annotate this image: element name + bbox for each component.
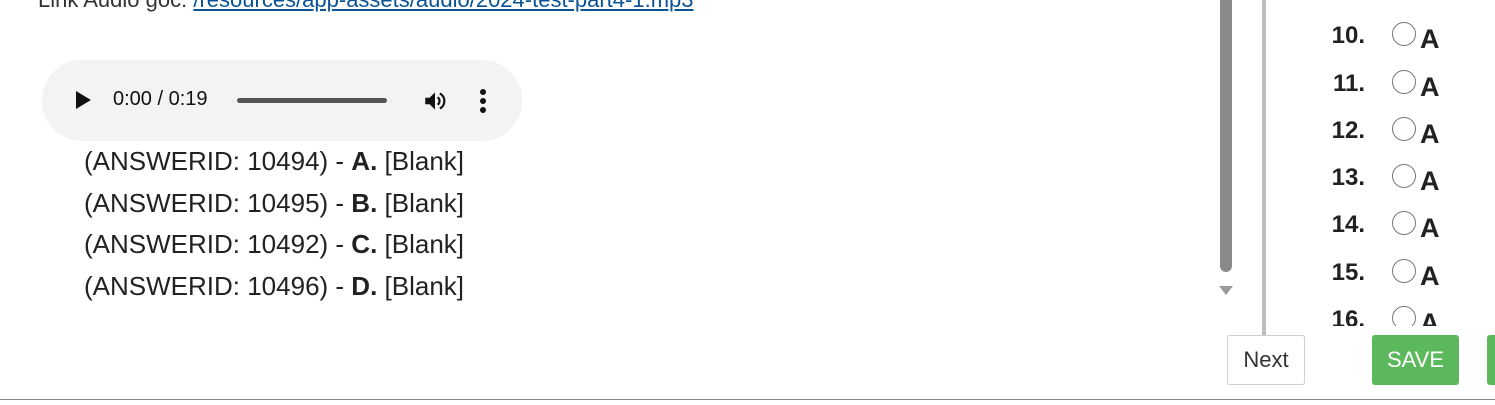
more-options-icon[interactable] [479,88,487,114]
panel-divider [1262,0,1266,335]
answer-letter: C. [351,229,378,259]
option-label[interactable]: A [1420,166,1440,197]
option-radio[interactable] [1392,259,1416,283]
answer-id: (ANSWERID: 10492) - [84,229,352,259]
question-item: 15. A [1300,259,1480,299]
question-item: 10. A [1300,22,1480,62]
question-number[interactable]: 10. [1332,22,1365,50]
option-label[interactable]: A [1420,72,1440,103]
scroll-thumb[interactable] [1220,0,1232,272]
answer-text: [Blank] [377,146,465,176]
question-number[interactable]: 15. [1332,259,1365,287]
question-number[interactable]: 13. [1332,164,1365,192]
option-radio[interactable] [1392,70,1416,94]
question-item: 14. A [1300,211,1480,251]
play-icon[interactable] [76,91,91,109]
answer-letter: D. [351,270,378,301]
volume-icon[interactable] [422,88,448,114]
answer-text: [Blank] [377,229,465,259]
question-number[interactable]: 12. [1332,117,1365,145]
answer-letter: B. [351,187,378,218]
answer-row: (ANSWERID: 10496) - D. [Blank] [84,266,464,308]
audio-link-prefix: Link Audio gốc: [38,0,193,12]
page: Link Audio gốc: /resources/app-assets/au… [0,0,1495,405]
option-radio[interactable] [1392,211,1416,235]
audio-link[interactable]: /resources/app-assets/audio/2024-test-pa… [193,0,693,12]
option-label[interactable]: A [1420,261,1440,292]
option-label[interactable]: A [1420,308,1440,326]
answer-text: [Blank] [377,187,465,218]
question-item: 16. A [1300,306,1480,326]
answer-id: (ANSWERID: 10496) - [84,270,352,301]
answer-row: (ANSWERID: 10494) - A. [Blank] [84,141,464,183]
question-item: 11. A [1300,70,1480,110]
option-label[interactable]: A [1420,24,1440,55]
question-number[interactable]: 16. [1332,306,1365,326]
bottom-divider [0,399,1495,400]
option-radio[interactable] [1392,117,1416,141]
option-label[interactable]: A [1420,119,1440,150]
next-button[interactable]: Next [1227,335,1305,385]
audio-time: 0:00 / 0:19 [113,88,208,110]
submit-button-partial[interactable] [1487,335,1495,385]
option-radio[interactable] [1392,22,1416,46]
save-button[interactable]: SAVE [1372,335,1459,385]
question-item: 12. A [1300,117,1480,157]
question-item: 13. A [1300,164,1480,204]
answer-row: (ANSWERID: 10492) - C. [Blank] [84,224,464,266]
scrollbar[interactable] [1216,0,1236,300]
scroll-down-arrow-icon[interactable] [1219,286,1233,295]
question-number[interactable]: 14. [1332,211,1365,239]
question-list: 10. A 11. A 12. A 13. A 14. A 15. A 16. A [1300,0,1480,326]
audio-progress-bar[interactable] [237,98,387,103]
answer-letter: A. [351,146,378,176]
option-radio[interactable] [1392,306,1416,326]
answer-row: (ANSWERID: 10495) - B. [Blank] [84,183,464,225]
answer-list: (ANSWERID: 10494) - A. [Blank] (ANSWERID:… [84,141,464,307]
option-radio[interactable] [1392,164,1416,188]
answer-id: (ANSWERID: 10494) - [84,146,352,176]
option-label[interactable]: A [1420,213,1440,244]
audio-player[interactable]: 0:00 / 0:19 [42,60,522,141]
audio-link-line: Link Audio gốc: /resources/app-assets/au… [38,0,694,13]
answer-text: [Blank] [377,270,465,301]
answer-id: (ANSWERID: 10495) - [84,187,352,218]
question-number[interactable]: 11. [1333,70,1365,98]
